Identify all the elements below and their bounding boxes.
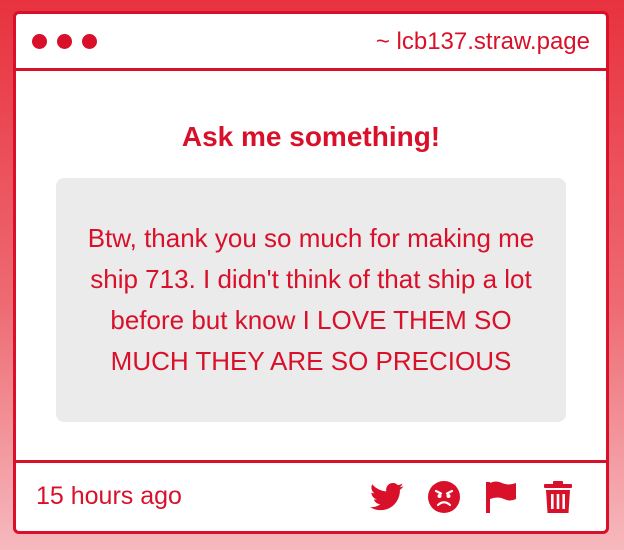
page-title: Ask me something! — [181, 121, 441, 152]
window-dot-2 — [57, 34, 72, 49]
question-box: Btw, thank you so much for making me shi… — [56, 178, 566, 422]
action-bar — [348, 479, 576, 515]
card-footer: 15 hours ago — [16, 460, 606, 531]
flag-button[interactable] — [483, 479, 519, 515]
window-titlebar: ~ lcb137.straw.page — [16, 14, 606, 71]
trash-icon — [544, 481, 572, 513]
report-abuse-button[interactable] — [426, 479, 462, 515]
question-content: Ask me something! Btw, thank you so much… — [16, 71, 606, 463]
flag-icon — [486, 481, 516, 513]
timestamp: 15 hours ago — [36, 482, 182, 510]
angry-face-icon — [428, 481, 460, 513]
twitter-icon — [370, 482, 404, 511]
window-controls — [32, 34, 107, 49]
question-card: ~ lcb137.straw.page Ask me something! Bt… — [13, 11, 609, 534]
share-twitter-button[interactable] — [369, 479, 405, 515]
page-url[interactable]: ~ lcb137.straw.page — [376, 27, 590, 57]
window-dot-3 — [82, 34, 97, 49]
window-dot-1 — [32, 34, 47, 49]
delete-button[interactable] — [540, 479, 576, 515]
question-text: Btw, thank you so much for making me shi… — [87, 223, 535, 376]
